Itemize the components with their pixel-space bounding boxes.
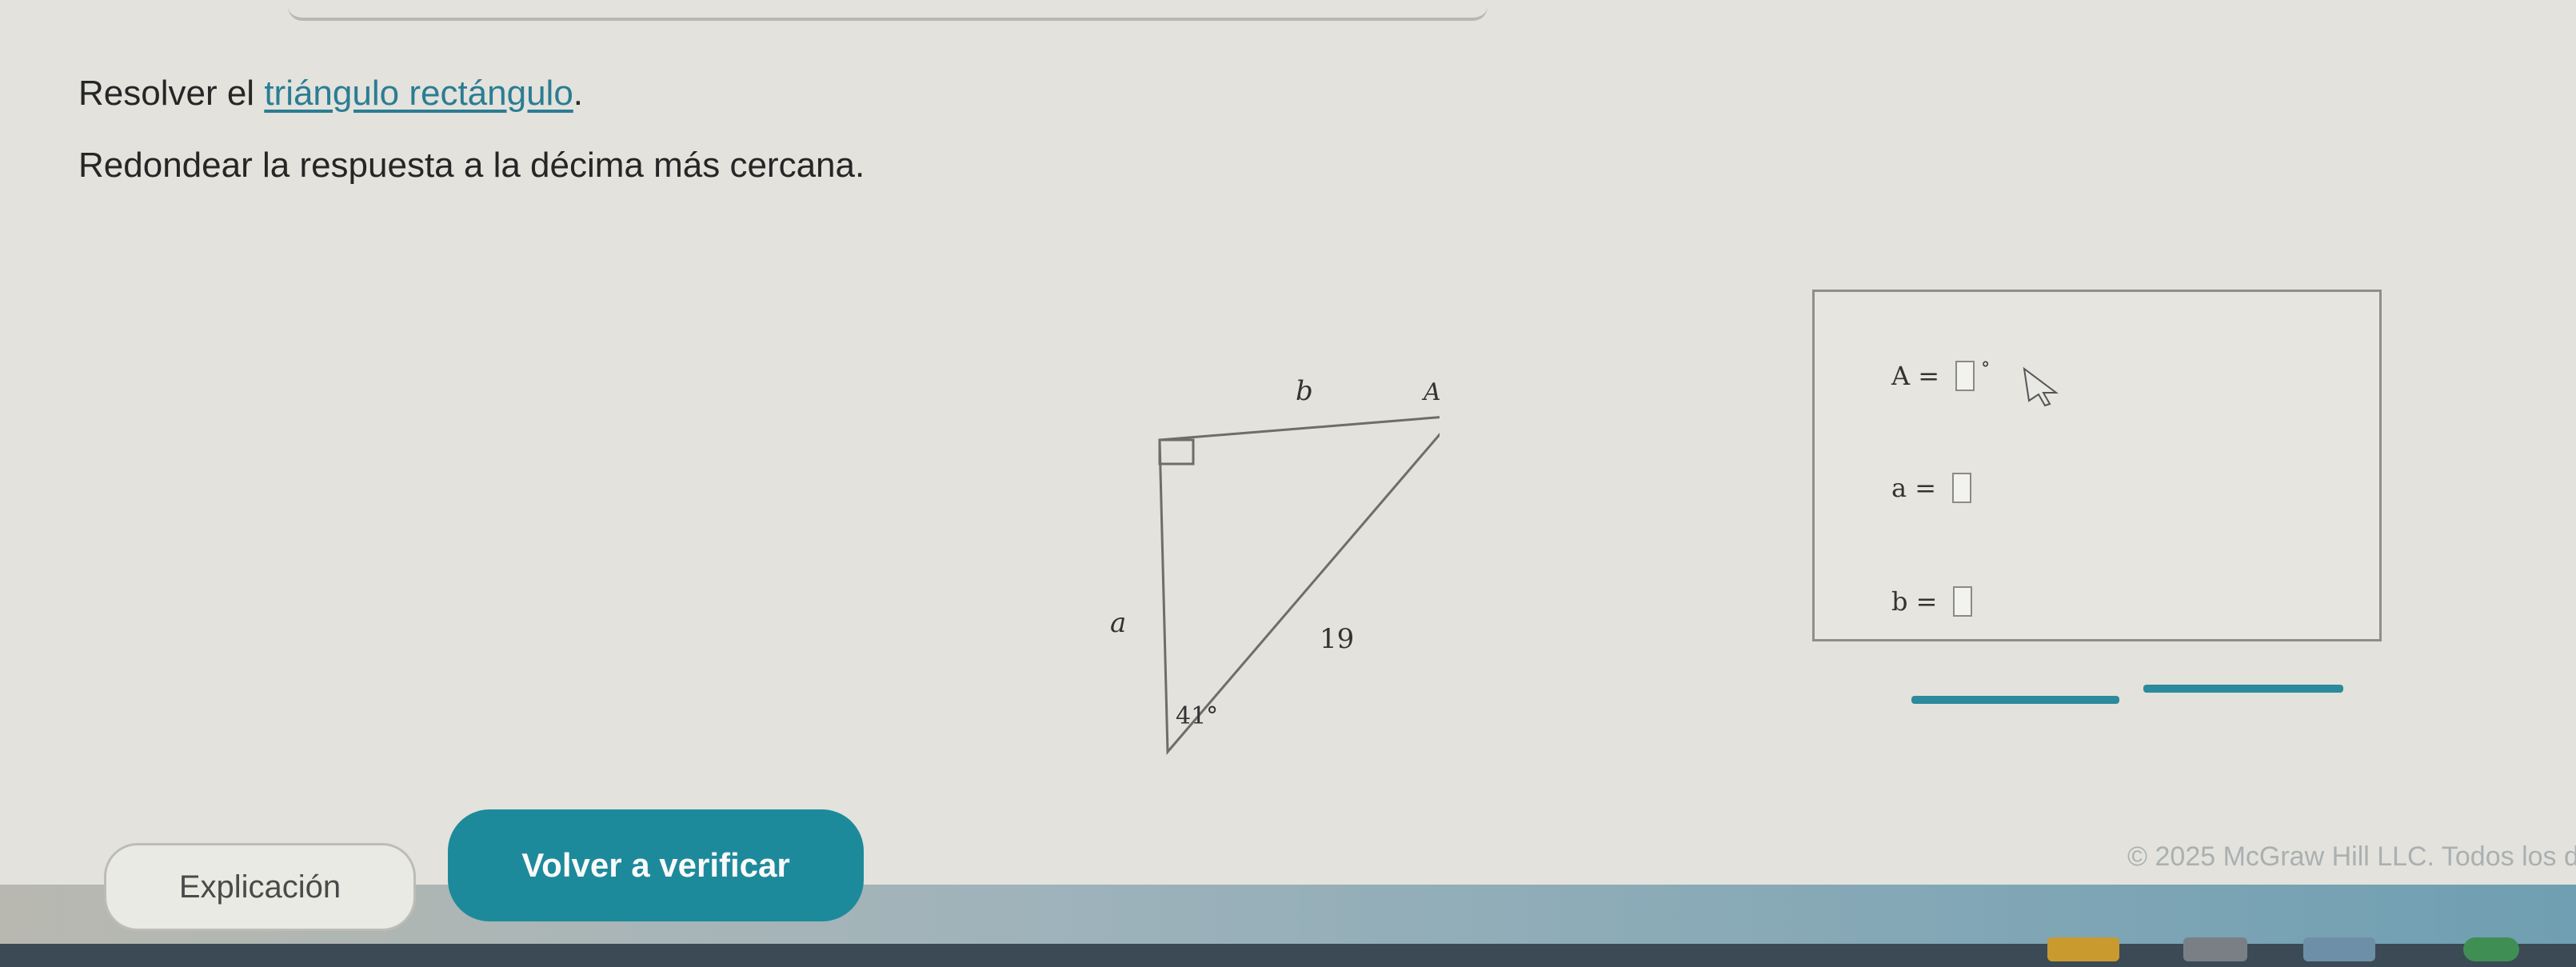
answer-panel: A = ° a = b = xyxy=(1812,290,2382,641)
explanation-button[interactable]: Explicación xyxy=(104,843,416,931)
answer-A-label: A = xyxy=(1891,361,1940,391)
hypotenuse-label: 19 xyxy=(1320,623,1354,655)
answer-b-input[interactable] xyxy=(1953,586,1973,617)
instruction-prefix: Resolver el xyxy=(78,74,265,113)
answer-a-input[interactable] xyxy=(1952,473,1972,503)
answer-row-b: b = xyxy=(1891,586,1973,617)
answer-row-A: A = ° xyxy=(1891,358,1991,391)
answer-row-a: a = xyxy=(1891,473,1972,503)
mouse-cursor-icon xyxy=(2023,366,2059,407)
progress-bar-left xyxy=(1911,696,2119,704)
side-a-label: a xyxy=(1110,607,1126,639)
side-b-label: b xyxy=(1296,375,1313,407)
copyright-text: © 2025 McGraw Hill LLC. Todos los d xyxy=(2127,841,2576,872)
answer-a-label: a = xyxy=(1891,473,1937,503)
degree-symbol: ° xyxy=(1981,358,1991,379)
instruction-line-1: Resolver el triángulo rectángulo. xyxy=(78,74,583,114)
recheck-button[interactable]: Volver a verificar xyxy=(448,809,864,921)
file-explorer-icon[interactable] xyxy=(2047,937,2119,961)
progress-bar-right xyxy=(2143,685,2343,693)
browser-icon[interactable] xyxy=(2463,937,2519,961)
top-divider xyxy=(288,0,1488,21)
answer-b-label: b = xyxy=(1891,586,1938,617)
vertex-A-label: A xyxy=(1421,378,1440,406)
triangle-figure: b A a 19 41° xyxy=(1110,375,1440,755)
store-icon[interactable] xyxy=(2183,937,2247,961)
answer-A-input[interactable] xyxy=(1955,361,1975,391)
instruction-suffix: . xyxy=(573,74,584,113)
triangle-shape xyxy=(1158,416,1440,755)
right-triangle-link[interactable]: triángulo rectángulo xyxy=(264,74,573,113)
right-angle-marker xyxy=(1158,438,1195,466)
angle-label: 41° xyxy=(1176,702,1218,730)
instruction-line-2: Redondear la respuesta a la décima más c… xyxy=(78,146,865,185)
app-icon[interactable] xyxy=(2303,937,2375,961)
